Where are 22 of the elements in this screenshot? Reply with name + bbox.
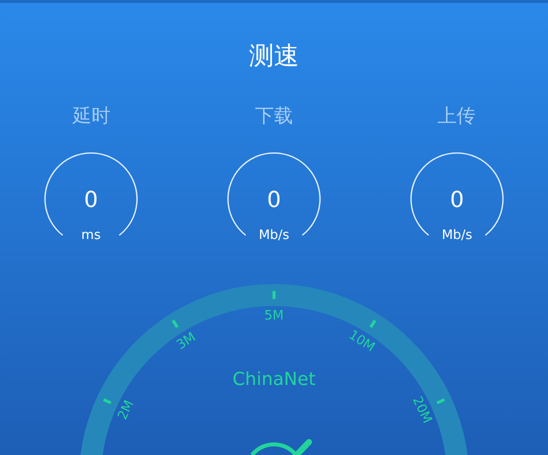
metric-unit: Mb/s: [441, 228, 472, 243]
tick-mark: [272, 291, 276, 299]
tick-mark: [436, 398, 446, 404]
metric-label: 延时: [72, 104, 110, 129]
tick-mark: [102, 398, 112, 404]
metric-unit: Mb/s: [258, 228, 290, 243]
carrier-name: ChinaNet: [232, 369, 316, 390]
page-title: 测速: [249, 40, 299, 72]
scale-label: 5M: [264, 308, 284, 324]
needle-drawing: [250, 439, 312, 455]
metric-value: 0: [267, 188, 281, 213]
scale-label: 10M: [346, 328, 378, 356]
metric-label: 下载: [255, 104, 293, 129]
metric-unit: ms: [82, 228, 102, 243]
metric-value: 0: [450, 188, 464, 213]
metric-label: 上传: [438, 104, 476, 129]
tick-mark: [369, 320, 376, 328]
scale-label: 2M: [115, 398, 138, 422]
metric-value: 0: [84, 188, 98, 213]
scale-label: 3M: [174, 330, 199, 354]
scale-label: 20M: [409, 394, 434, 426]
tick-mark: [172, 320, 179, 328]
